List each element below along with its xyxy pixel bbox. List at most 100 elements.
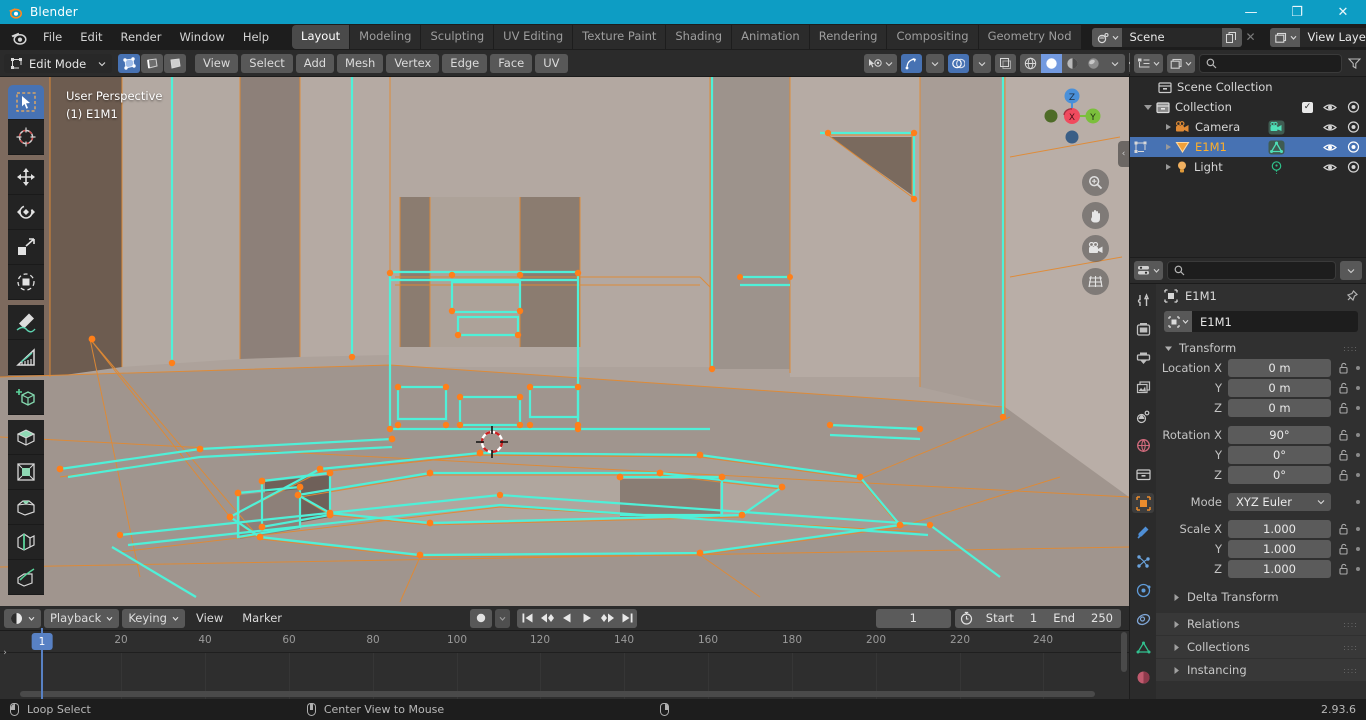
eye-icon[interactable] <box>1323 122 1337 133</box>
tool-add-cube[interactable] <box>8 380 44 415</box>
collection-expand-triangle[interactable] <box>1144 104 1152 110</box>
shading-dropdown[interactable] <box>1104 54 1125 73</box>
jump-prev-keyframe-button[interactable] <box>537 609 557 628</box>
scene-name[interactable]: Scene <box>1121 27 1222 47</box>
workspace-tab-sculpting[interactable]: Sculpting <box>421 25 495 49</box>
modifier-tab[interactable] <box>1132 522 1154 542</box>
eye-icon[interactable] <box>1323 162 1337 173</box>
object-name-field[interactable]: E1M1 <box>1164 311 1358 332</box>
world-tab[interactable] <box>1132 435 1154 455</box>
tool-annotate[interactable] <box>8 305 44 340</box>
light-expand-triangle[interactable] <box>1166 164 1171 170</box>
edge-select-icon[interactable] <box>141 54 163 73</box>
render-tab[interactable] <box>1132 319 1154 339</box>
remove-scene-button[interactable]: ✕ <box>1242 28 1260 47</box>
physics-tab[interactable] <box>1132 580 1154 600</box>
prop-value[interactable]: 90° <box>1228 425 1331 444</box>
workspace-tab-compositing[interactable]: Compositing <box>887 25 979 49</box>
timeline-marker-menu[interactable]: Marker <box>234 609 290 627</box>
workspace-tab-texture-paint[interactable]: Texture Paint <box>573 25 667 49</box>
object-name-value[interactable]: E1M1 <box>1192 311 1358 332</box>
outliner-row-camera[interactable]: Camera <box>1130 117 1366 137</box>
hand-icon[interactable] <box>1082 202 1109 229</box>
camera-render-icon[interactable] <box>1347 101 1360 113</box>
minimize-button[interactable]: — <box>1228 0 1274 24</box>
viewport-sidebar-toggle[interactable]: ‹ <box>1118 141 1129 167</box>
prop-rotation-z[interactable]: Z 0° <box>1156 465 1366 484</box>
outliner-search-field[interactable] <box>1199 54 1342 73</box>
animate-property-dot[interactable] <box>1356 432 1360 437</box>
prop-location-x[interactable]: Location X 0 m <box>1156 358 1366 377</box>
shading-solid-icon[interactable] <box>1041 54 1062 73</box>
prop-value[interactable]: 0° <box>1228 445 1331 464</box>
viewport-menu-face[interactable]: Face <box>490 54 533 73</box>
delta-transform-panel[interactable]: Delta Transform <box>1156 587 1366 607</box>
prop-rotation-x[interactable]: Rotation X 90° <box>1156 425 1366 444</box>
current-frame-field[interactable]: 1 <box>875 608 951 628</box>
timeline-channel-toggle[interactable]: › <box>0 642 10 664</box>
tool-rotate[interactable] <box>8 195 44 230</box>
tool-tweak-select-box[interactable] <box>8 85 44 120</box>
unlock-icon[interactable] <box>1338 362 1349 374</box>
end-value[interactable]: 250 <box>1083 611 1121 625</box>
animate-property-dot[interactable] <box>1356 526 1360 531</box>
properties-options-dropdown[interactable] <box>1340 261 1362 280</box>
overlays-dropdown[interactable] <box>973 54 991 73</box>
prop-location-y[interactable]: Y 0 m <box>1156 378 1366 397</box>
3d-viewport[interactable]: Edit Mode View Select Add Mesh Vertex Ed… <box>0 51 1129 606</box>
view-layer-name[interactable]: View Layer <box>1299 27 1366 47</box>
output-tab[interactable] <box>1132 348 1154 368</box>
gizmo-toggle[interactable] <box>901 54 922 73</box>
scene-tab[interactable] <box>1132 406 1154 426</box>
menu-help[interactable]: Help <box>234 27 278 47</box>
xray-toggle[interactable] <box>995 54 1016 73</box>
outliner-display-mode-icon[interactable] <box>1167 54 1195 73</box>
data-tab[interactable] <box>1132 638 1154 658</box>
start-value[interactable]: 1 <box>1022 611 1045 625</box>
vertex-select-icon[interactable] <box>118 54 140 73</box>
prop-scale-z[interactable]: Z 1.000 <box>1156 559 1366 578</box>
zoom-icon[interactable] <box>1082 169 1109 196</box>
maximize-button[interactable]: ❐ <box>1274 0 1320 24</box>
timeline-editor-type-icon[interactable] <box>4 608 41 628</box>
animate-property-dot[interactable] <box>1356 472 1360 477</box>
auto-keying-toggle[interactable] <box>470 608 492 628</box>
timeline-horizontal-scrollbar[interactable] <box>20 691 1095 697</box>
prop-value[interactable]: 0 m <box>1228 378 1331 397</box>
visibility-dropdown[interactable] <box>864 54 897 73</box>
camera-render-icon[interactable] <box>1347 161 1360 173</box>
viewport-menu-uv[interactable]: UV <box>535 54 568 73</box>
workspace-tab-layout[interactable]: Layout <box>292 25 351 49</box>
scene-icon[interactable] <box>1091 27 1122 47</box>
eye-icon[interactable] <box>1323 102 1337 113</box>
prop-value[interactable]: 1.000 <box>1228 519 1331 538</box>
transform-panel-header[interactable]: Transform :::: <box>1156 338 1366 358</box>
e1m1-expand-triangle[interactable] <box>1166 144 1171 150</box>
tool-measure[interactable] <box>8 340 44 375</box>
animate-property-dot[interactable] <box>1356 566 1360 571</box>
camera-icon[interactable] <box>1082 235 1109 262</box>
tool-cursor[interactable] <box>8 120 44 155</box>
unlock-icon[interactable] <box>1338 469 1349 481</box>
menu-file[interactable]: File <box>34 27 71 47</box>
unlock-icon[interactable] <box>1338 563 1349 575</box>
jump-to-end-button[interactable] <box>617 609 637 628</box>
prop-value[interactable]: 1.000 <box>1228 559 1331 578</box>
animate-property-dot[interactable] <box>1356 385 1360 390</box>
rotation-mode-dropdown[interactable]: XYZ Euler <box>1228 492 1331 511</box>
menu-render[interactable]: Render <box>112 27 171 47</box>
tool-loop-cut[interactable] <box>8 525 44 560</box>
object-tab[interactable] <box>1132 493 1154 513</box>
relations-panel[interactable]: Relations :::: <box>1156 613 1366 635</box>
animate-property-dot[interactable] <box>1356 365 1360 370</box>
tool-bevel[interactable] <box>8 490 44 525</box>
navigation-gizmo[interactable]: Z Y X <box>1037 81 1107 151</box>
properties-editor[interactable]: E1M1 E1M1 Transform:::: Location X 0 m … <box>1130 258 1366 720</box>
play-button[interactable] <box>577 609 597 628</box>
workspace-tab-animation[interactable]: Animation <box>732 25 810 49</box>
unlock-icon[interactable] <box>1338 429 1349 441</box>
view-layer-icon[interactable] <box>1269 27 1300 47</box>
collection-checkbox[interactable]: ✓ <box>1302 101 1313 113</box>
collections-panel[interactable]: Collections :::: <box>1156 636 1366 658</box>
outliner-row-scene-collection[interactable]: Scene Collection <box>1130 77 1366 97</box>
